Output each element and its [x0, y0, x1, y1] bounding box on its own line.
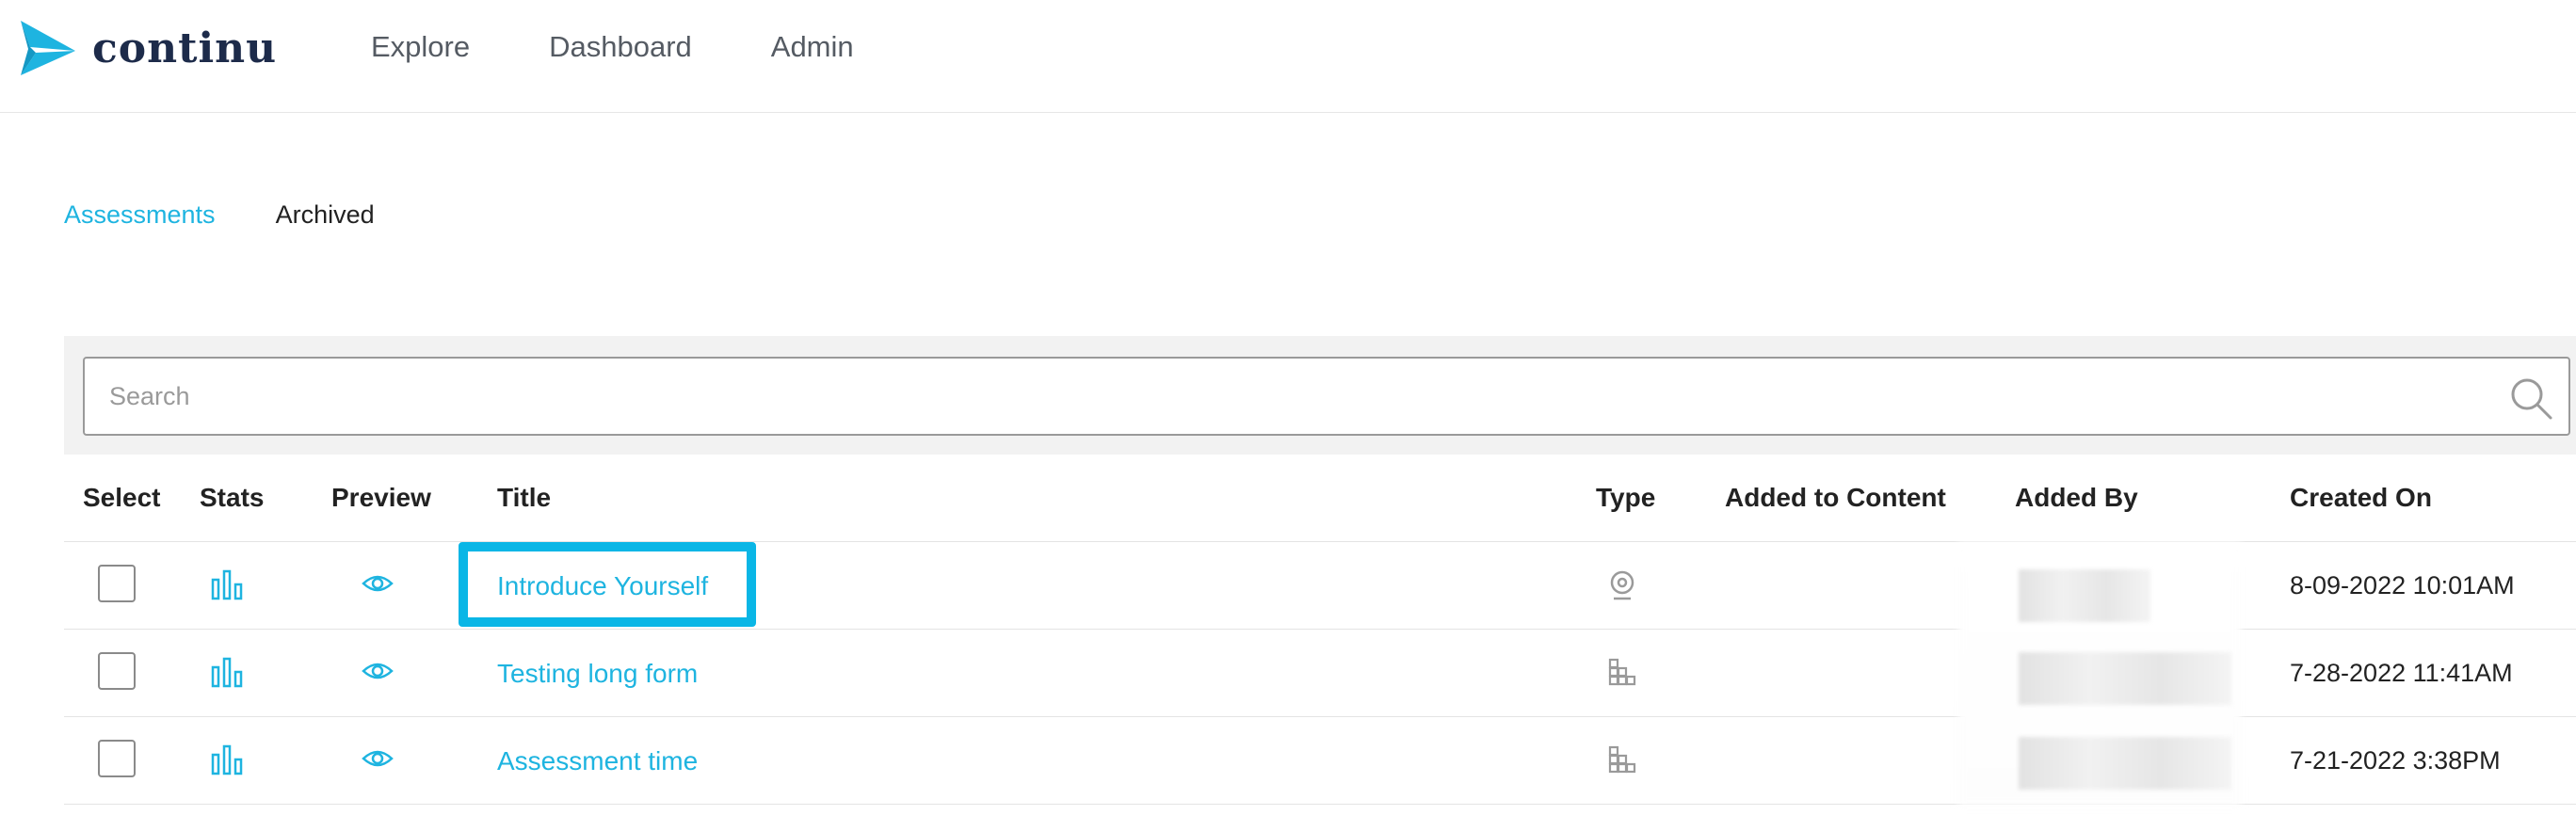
nav-explore[interactable]: Explore	[371, 26, 470, 68]
redacted-user-name	[2019, 569, 2150, 622]
assessment-tabs: Assessments Archived	[64, 200, 435, 230]
preview-eye-icon[interactable]	[362, 660, 394, 687]
nav-admin[interactable]: Admin	[771, 26, 854, 68]
row-select-checkbox[interactable]	[98, 740, 136, 777]
table-header-row: Select Stats Preview Title Type Added to…	[64, 455, 2576, 542]
created-on-date: 7-28-2022 11:41AM	[2290, 659, 2513, 687]
form-blocks-icon	[1608, 745, 1636, 778]
header-select: Select	[83, 483, 161, 512]
stats-icon[interactable]	[211, 743, 243, 780]
top-navigation-bar: continu Explore Dashboard Admin	[0, 0, 2576, 113]
assessment-title-link[interactable]: Testing long form	[497, 659, 698, 689]
webcam-icon	[1608, 570, 1636, 605]
assessments-table: Select Stats Preview Title Type Added to…	[64, 455, 2576, 806]
tab-archived[interactable]: Archived	[276, 200, 375, 230]
header-preview: Preview	[331, 483, 431, 512]
search-input[interactable]	[83, 357, 2570, 436]
main-nav: Explore Dashboard Admin	[371, 26, 933, 68]
header-added-by[interactable]: Added By	[2015, 483, 2138, 513]
redacted-user-name	[2019, 737, 2231, 790]
created-on-date: 7-21-2022 3:38PM	[2290, 746, 2501, 775]
header-title[interactable]: Title	[497, 483, 551, 513]
assessment-title-link[interactable]: Introduce Yourself	[497, 571, 708, 601]
created-on-date: 8-09-2022 10:01AM	[2290, 571, 2515, 599]
stats-icon[interactable]	[211, 568, 243, 605]
search-bar-container	[64, 336, 2576, 455]
row-select-checkbox[interactable]	[98, 652, 136, 690]
header-added-to-content[interactable]: Added to Content	[1725, 483, 1946, 513]
continu-arrow-icon	[21, 21, 75, 75]
tab-assessments[interactable]: Assessments	[64, 200, 216, 230]
nav-dashboard[interactable]: Dashboard	[549, 26, 692, 68]
redacted-user-name	[2019, 652, 2231, 705]
preview-eye-icon[interactable]	[362, 572, 394, 599]
form-blocks-icon	[1608, 658, 1636, 691]
row-select-checkbox[interactable]	[98, 565, 136, 602]
search-icon[interactable]	[2508, 376, 2553, 421]
continu-logo[interactable]: continu	[17, 17, 277, 79]
header-type[interactable]: Type	[1596, 483, 1655, 513]
brand-name: continu	[92, 24, 278, 72]
assessment-title-link[interactable]: Assessment time	[497, 746, 698, 776]
header-stats: Stats	[200, 483, 265, 512]
header-created-on[interactable]: Created On	[2290, 483, 2432, 513]
stats-icon[interactable]	[211, 656, 243, 693]
preview-eye-icon[interactable]	[362, 747, 394, 775]
